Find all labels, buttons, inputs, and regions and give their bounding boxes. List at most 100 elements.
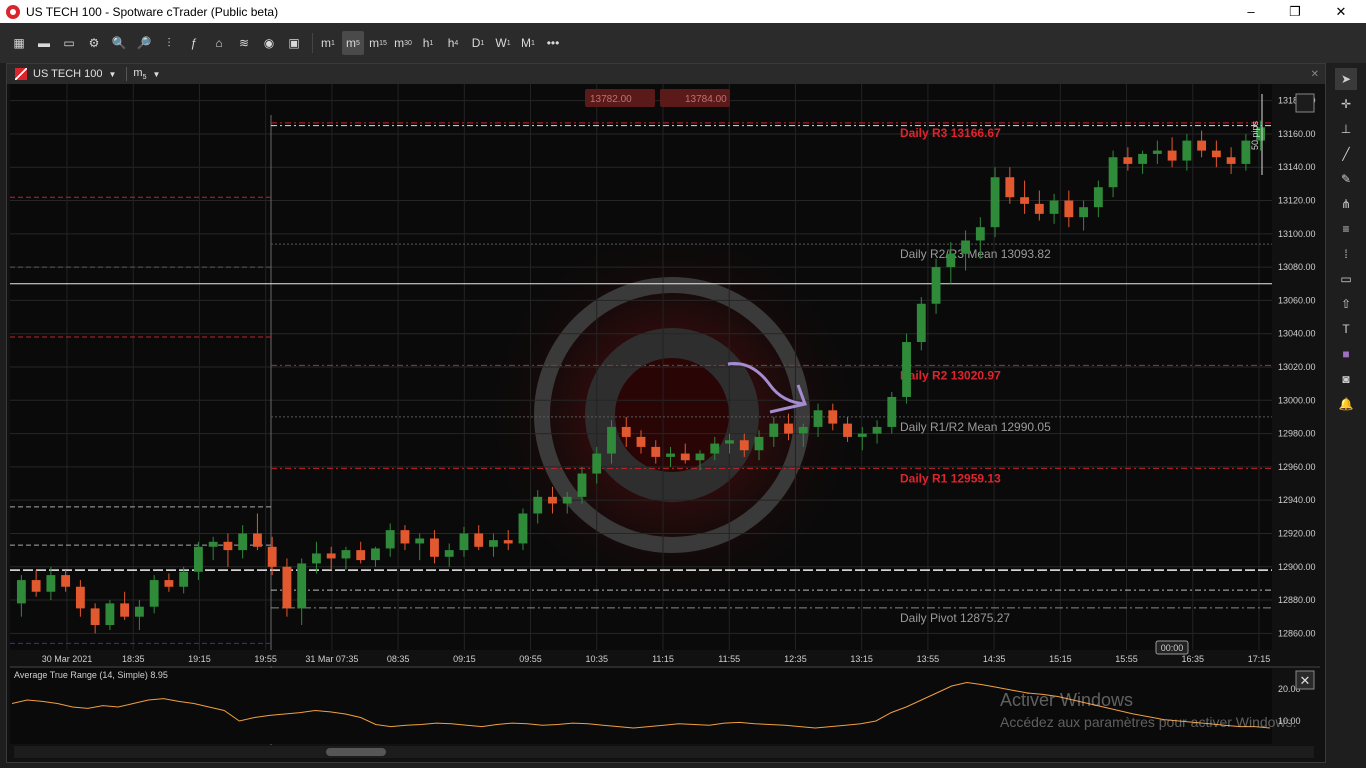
time-tick-label: 09:55 bbox=[519, 654, 542, 664]
candle-body bbox=[444, 550, 454, 557]
price-tick-label: 13140.00 bbox=[1278, 162, 1316, 172]
candle-body bbox=[1079, 207, 1089, 218]
candle-body bbox=[46, 575, 56, 592]
time-tick-label: 13:55 bbox=[917, 654, 940, 664]
candle-body bbox=[680, 453, 690, 461]
vertical-line-icon[interactable]: ⊥ bbox=[1335, 118, 1357, 140]
candle-body bbox=[326, 553, 336, 559]
candle-body bbox=[872, 426, 882, 434]
time-tick-label: 15:15 bbox=[1049, 654, 1072, 664]
crosshair-icon[interactable]: ✛ bbox=[1335, 93, 1357, 115]
candle-body bbox=[134, 606, 144, 617]
pen-icon[interactable]: ✎ bbox=[1335, 168, 1357, 190]
candle-body bbox=[769, 423, 779, 437]
candle-body bbox=[1167, 150, 1177, 161]
price-tick-label: 12860.00 bbox=[1278, 628, 1316, 638]
scrollbar-thumb[interactable] bbox=[326, 748, 386, 756]
trend-line-icon[interactable]: ╱ bbox=[1335, 143, 1357, 165]
candle-body bbox=[371, 548, 380, 561]
time-tick-label: 16:35 bbox=[1182, 654, 1205, 664]
candle-body bbox=[459, 533, 469, 551]
price-tick-label: 12980.00 bbox=[1278, 429, 1316, 439]
candle-body bbox=[710, 443, 720, 454]
candle-body bbox=[75, 586, 85, 609]
price-tick-label: 12920.00 bbox=[1278, 528, 1316, 538]
buy-price: 13784.00 bbox=[685, 94, 727, 105]
candle-body bbox=[1123, 157, 1133, 164]
andrews-pitchfork-icon[interactable]: ⋔ bbox=[1335, 193, 1357, 215]
candle-body bbox=[385, 530, 395, 549]
price-tick-label: 12940.00 bbox=[1278, 495, 1316, 505]
candle-body bbox=[1138, 153, 1148, 164]
price-tick-label: 13160.00 bbox=[1278, 129, 1316, 139]
candle-body bbox=[415, 538, 425, 544]
candle-body bbox=[813, 410, 823, 427]
fibonacci-icon[interactable]: ≡ bbox=[1335, 218, 1357, 240]
candle-body bbox=[1211, 150, 1221, 158]
candle-body bbox=[282, 566, 292, 609]
arrow-icon[interactable]: ⇧ bbox=[1335, 293, 1357, 315]
candle-body bbox=[1152, 150, 1162, 154]
candle-body bbox=[341, 550, 351, 559]
price-tick-label: 12960.00 bbox=[1278, 462, 1316, 472]
candle-body bbox=[1226, 157, 1236, 164]
candle-body bbox=[636, 436, 646, 447]
chart-expand-button[interactable] bbox=[1295, 93, 1315, 113]
candle-body bbox=[430, 538, 439, 557]
price-tick-label: 13080.00 bbox=[1278, 262, 1316, 272]
candle-body bbox=[518, 513, 528, 544]
chart-canvas[interactable]: Daily R3 13166.67 Daily R2/R3 Mean 13093.… bbox=[0, 0, 1366, 768]
scrollbar-track[interactable] bbox=[14, 746, 1314, 758]
candle-body bbox=[1197, 140, 1207, 151]
cursor-icon[interactable]: ➤ bbox=[1335, 68, 1357, 90]
candle-body bbox=[1241, 140, 1251, 164]
candle-body bbox=[400, 530, 410, 544]
candle-body bbox=[931, 267, 941, 304]
time-tick-label: 14:35 bbox=[983, 654, 1006, 664]
camera-icon[interactable]: ◙ bbox=[1335, 368, 1357, 390]
equidistant-channel-icon[interactable]: ⁞ bbox=[1335, 243, 1357, 265]
pips-label: 50 pips bbox=[1250, 120, 1260, 150]
candle-body bbox=[503, 540, 513, 544]
rectangle-icon[interactable]: ▭ bbox=[1335, 268, 1357, 290]
price-tick-label: 13120.00 bbox=[1278, 196, 1316, 206]
candle-body bbox=[193, 546, 203, 572]
candle-body bbox=[1034, 203, 1044, 214]
time-tick-label: 19:55 bbox=[254, 654, 277, 664]
candle-body bbox=[887, 396, 897, 427]
atr-close-icon: ✕ bbox=[1300, 673, 1311, 688]
candle-body bbox=[651, 446, 661, 457]
candle-body bbox=[548, 496, 557, 504]
price-tick-label: 12880.00 bbox=[1278, 595, 1316, 605]
time-tick-label: 12:35 bbox=[784, 654, 807, 664]
candle-body bbox=[946, 253, 956, 268]
candle-body bbox=[312, 553, 321, 564]
candle-body bbox=[1049, 200, 1059, 214]
candle-body bbox=[577, 473, 587, 497]
time-tick-label: 08:35 bbox=[387, 654, 410, 664]
candle-body bbox=[621, 426, 631, 437]
activation-watermark-title: Activer Windows bbox=[1000, 690, 1134, 710]
price-tick-label: 12900.00 bbox=[1278, 562, 1316, 572]
candle-body bbox=[164, 580, 174, 587]
candle-body bbox=[252, 533, 262, 547]
candle-body bbox=[489, 540, 498, 547]
candle-body bbox=[975, 227, 985, 241]
time-tick-label: 30 Mar 2021 bbox=[42, 654, 93, 664]
candle-body bbox=[105, 603, 115, 626]
price-tick-label: 13060.00 bbox=[1278, 295, 1316, 305]
pivot-label: Daily R2 13020.97 bbox=[900, 368, 1001, 382]
candle-body bbox=[533, 496, 543, 514]
candle-body bbox=[843, 423, 852, 437]
atr-indicator-label: Average True Range (14, Simple) 8.95 bbox=[14, 670, 168, 680]
pivot-label: Daily R3 13166.67 bbox=[900, 126, 1001, 140]
cursor-time-label: 00:00 bbox=[1161, 643, 1184, 653]
text-icon[interactable]: T bbox=[1335, 318, 1357, 340]
candle-body bbox=[592, 453, 602, 474]
pivot-label: Daily R2/R3 Mean 13093.82 bbox=[900, 247, 1051, 261]
color-icon[interactable]: ■ bbox=[1335, 343, 1357, 365]
alert-icon[interactable]: 🔔 bbox=[1335, 393, 1357, 415]
candle-body bbox=[1020, 197, 1030, 204]
candle-body bbox=[607, 426, 616, 454]
candle-body bbox=[356, 550, 366, 561]
